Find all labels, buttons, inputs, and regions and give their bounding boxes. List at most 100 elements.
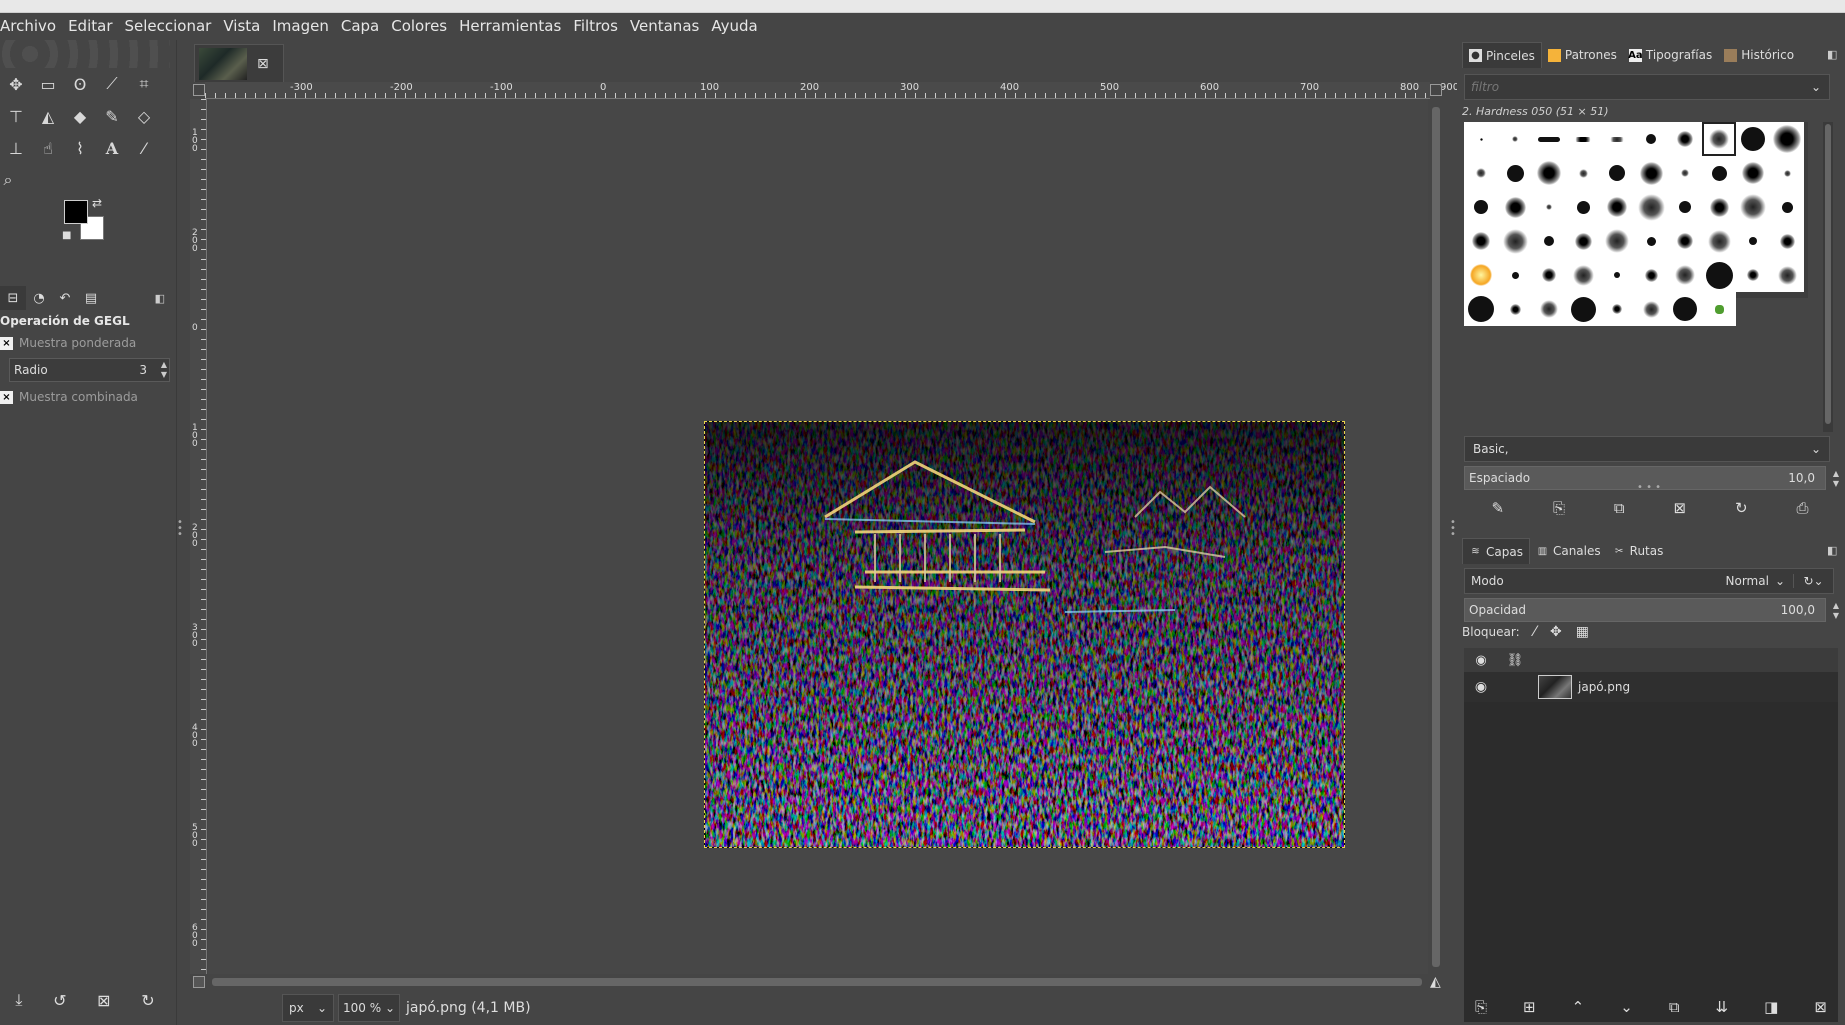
layer-row[interactable]: ◉ japó.png <box>1464 672 1838 702</box>
bucket-fill-tool-icon[interactable]: ◆ <box>64 100 96 132</box>
zoom-on-resize-icon[interactable] <box>1430 84 1442 96</box>
brush-thumbnail[interactable] <box>1668 156 1702 190</box>
tab-tipografias[interactable]: Aa Tipografías <box>1623 42 1718 68</box>
image-canvas[interactable] <box>704 421 1345 848</box>
tool-options-tab-icon[interactable]: ⊟ <box>0 286 26 310</box>
tab-canales[interactable]: ▥ Canales <box>1530 538 1607 564</box>
brush-thumbnail[interactable] <box>1566 224 1600 258</box>
spacing-spinner-icon[interactable]: ▲ ▼ <box>1833 469 1839 489</box>
tab-rutas[interactable]: ✂ Rutas <box>1607 538 1670 564</box>
eraser-tool-icon[interactable]: ◇ <box>128 100 160 132</box>
device-status-tab-icon[interactable]: ◔ <box>26 286 52 310</box>
images-tab-icon[interactable]: ▤ <box>78 286 104 310</box>
brush-thumbnail[interactable] <box>1464 292 1498 326</box>
delete-brush-icon[interactable]: ⊠ <box>1673 499 1686 517</box>
brush-thumbnail[interactable] <box>1532 292 1566 326</box>
menu-vista[interactable]: Vista <box>217 13 266 40</box>
brush-thumbnail[interactable] <box>1600 122 1634 156</box>
menu-colores[interactable]: Colores <box>385 13 453 40</box>
reset-colors-icon[interactable]: ■ <box>62 230 71 241</box>
left-dock-grip-icon[interactable]: • • • <box>177 518 183 540</box>
brush-thumbnail[interactable] <box>1702 224 1736 258</box>
brush-thumbnail[interactable] <box>1498 122 1532 156</box>
brush-thumbnail[interactable] <box>1702 258 1736 292</box>
right-dock-grip-icon[interactable]: • • • <box>1450 518 1456 540</box>
brush-thumbnail[interactable] <box>1634 292 1668 326</box>
new-brush-icon[interactable]: ⎘ <box>1553 499 1565 517</box>
brush-thumbnail[interactable] <box>1668 292 1702 326</box>
brush-scrollbar[interactable] <box>1823 122 1833 432</box>
fuzzy-select-tool-icon[interactable]: ⟋ <box>96 68 128 100</box>
smudge-tool-icon[interactable]: ☝ <box>32 132 64 164</box>
menu-capa[interactable]: Capa <box>335 13 385 40</box>
weighted-sample-checkbox[interactable]: × <box>0 336 13 350</box>
brush-thumbnail[interactable] <box>1600 156 1634 190</box>
brush-thumbnail[interactable] <box>1498 258 1532 292</box>
canvas-area[interactable] <box>208 99 1428 974</box>
undo-history-tab-icon[interactable]: ↶ <box>52 286 78 310</box>
duplicate-brush-icon[interactable]: ⧉ <box>1614 499 1625 517</box>
brush-thumbnail[interactable] <box>1770 122 1804 156</box>
radius-spinner-icon[interactable]: ▲ ▼ <box>161 360 167 380</box>
horizontal-scrollbar[interactable] <box>208 974 1428 990</box>
brush-thumbnail[interactable] <box>1668 224 1702 258</box>
menu-editar[interactable]: Editar <box>62 13 118 40</box>
brush-tag-combo[interactable]: Basic, ⌄ <box>1464 436 1830 462</box>
tab-capas[interactable]: ≋ Capas <box>1462 538 1530 564</box>
brush-thumbnail[interactable] <box>1736 224 1770 258</box>
add-mask-icon[interactable]: ◨ <box>1764 998 1778 1016</box>
menu-imagen[interactable]: Imagen <box>266 13 334 40</box>
brush-thumbnail[interactable] <box>1566 258 1600 292</box>
brush-thumbnail[interactable] <box>1600 292 1634 326</box>
brush-thumbnail[interactable] <box>1668 258 1702 292</box>
brush-thumbnail[interactable] <box>1634 122 1668 156</box>
brush-thumbnail[interactable] <box>1702 156 1736 190</box>
brush-thumbnail[interactable] <box>1770 190 1804 224</box>
brush-thumbnail[interactable] <box>1498 292 1532 326</box>
brush-thumbnail[interactable] <box>1566 292 1600 326</box>
brush-thumbnail[interactable] <box>1736 190 1770 224</box>
raise-layer-icon[interactable]: ⌃ <box>1572 998 1585 1016</box>
menu-ayuda[interactable]: Ayuda <box>705 13 763 40</box>
brush-thumbnail[interactable] <box>1464 156 1498 190</box>
save-options-icon[interactable]: ⤓ <box>15 990 22 1010</box>
open-brush-as-image-icon[interactable]: ⎙ <box>1796 499 1808 517</box>
reset-options-icon[interactable]: ↻ <box>141 991 154 1010</box>
brush-thumbnail[interactable] <box>1600 258 1634 292</box>
refresh-brushes-icon[interactable]: ↻ <box>1735 499 1748 517</box>
brush-thumbnail[interactable] <box>1634 190 1668 224</box>
tab-patrones[interactable]: Patrones <box>1542 42 1623 68</box>
quick-mask-toggle-icon[interactable] <box>193 976 205 988</box>
edit-brush-icon[interactable]: ✎ <box>1491 499 1504 517</box>
brush-thumbnail[interactable] <box>1668 122 1702 156</box>
new-layer-icon[interactable]: ⎘ <box>1475 998 1487 1016</box>
unit-select[interactable]: px ⌄ <box>282 993 334 1022</box>
brush-thumbnail[interactable] <box>1770 224 1804 258</box>
brush-thumbnail[interactable] <box>1532 156 1566 190</box>
brush-thumbnail[interactable] <box>1464 122 1498 156</box>
opacity-spinner-icon[interactable]: ▲ ▼ <box>1833 601 1839 621</box>
crop-tool-icon[interactable]: ⌗ <box>128 68 160 100</box>
clone-tool-icon[interactable]: ⊥ <box>0 132 32 164</box>
tab-historico[interactable]: Histórico <box>1718 42 1800 68</box>
mode-switch-icon[interactable]: ↻⌄ <box>1793 574 1833 588</box>
brush-thumbnail[interactable] <box>1770 156 1804 190</box>
text-tool-icon[interactable]: A <box>96 132 128 164</box>
brush-thumbnail[interactable] <box>1532 190 1566 224</box>
brush-thumbnail[interactable] <box>1566 190 1600 224</box>
brush-thumbnail[interactable] <box>1736 156 1770 190</box>
rect-select-tool-icon[interactable]: ▭ <box>32 68 64 100</box>
opacity-slider[interactable]: Opacidad 100,0 ▲ ▼ <box>1464 598 1839 622</box>
brush-thumbnail[interactable] <box>1702 292 1736 326</box>
warp-tool-icon[interactable]: ◭ <box>32 100 64 132</box>
brush-thumbnail[interactable] <box>1464 190 1498 224</box>
paths-tool-icon[interactable]: ⌇ <box>64 132 96 164</box>
brush-filter-combo[interactable]: filtro ⌄ <box>1464 74 1830 100</box>
panel-menu-icon[interactable]: ◧ <box>1827 48 1837 61</box>
brush-thumbnail[interactable] <box>1464 258 1498 292</box>
foreground-color-swatch[interactable] <box>64 200 88 224</box>
combined-sample-checkbox[interactable]: × <box>0 390 13 404</box>
menu-filtros[interactable]: Filtros <box>567 13 624 40</box>
image-tab[interactable]: ⊠ <box>194 44 284 82</box>
merge-layer-icon[interactable]: ⇊ <box>1716 998 1729 1016</box>
